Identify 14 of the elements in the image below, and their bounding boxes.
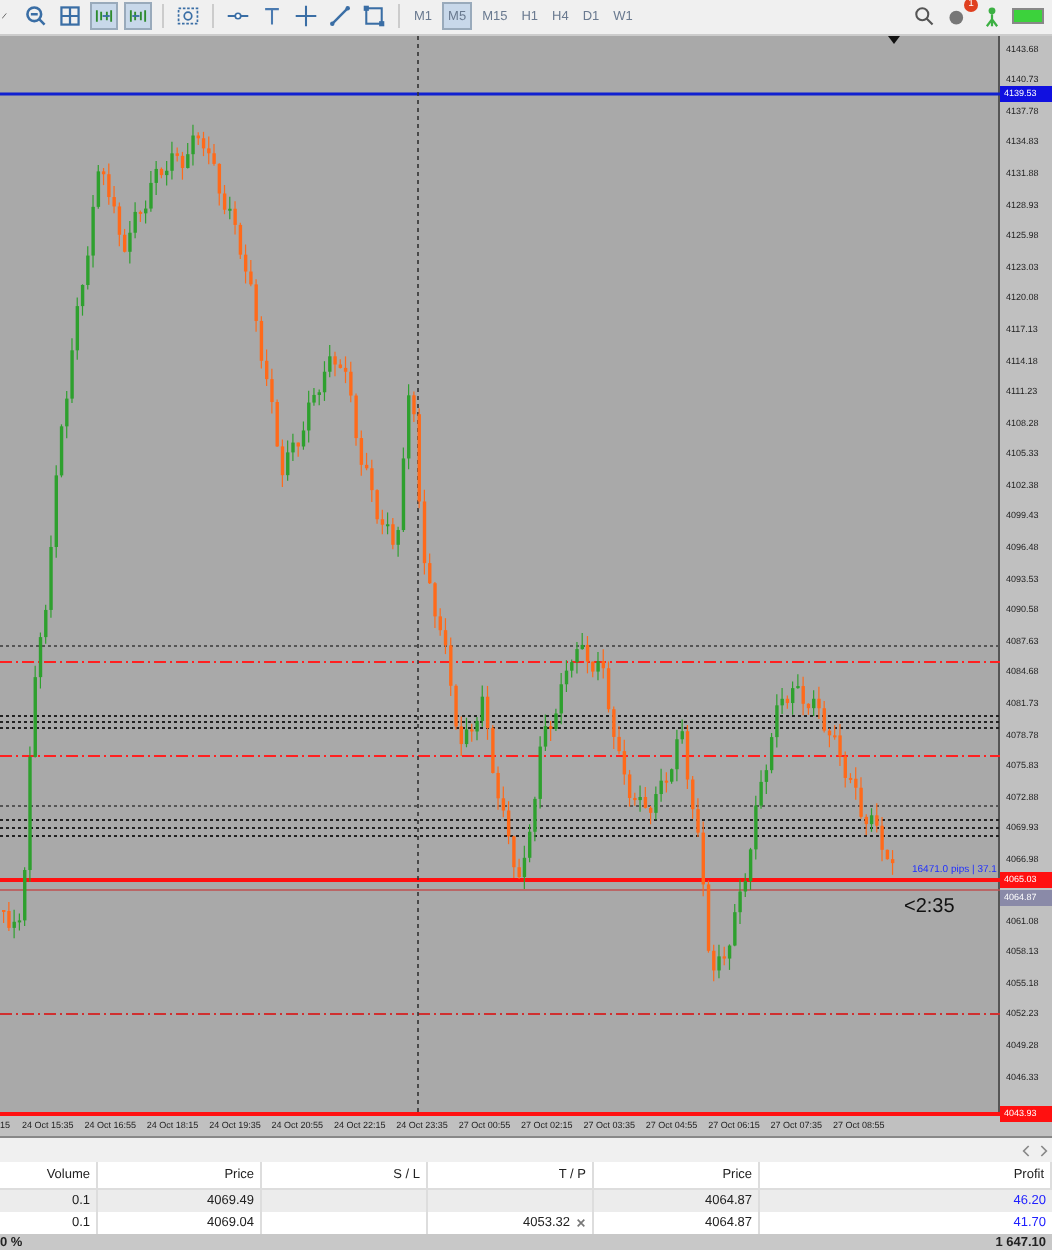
rectangle-icon[interactable] — [360, 2, 388, 31]
trendline-icon[interactable] — [326, 2, 354, 31]
grid-icon[interactable] — [56, 2, 84, 31]
search-icon[interactable] — [910, 2, 938, 31]
chart-shift-icon[interactable] — [90, 2, 118, 31]
zoom-out-icon[interactable] — [22, 2, 50, 31]
crosshair-icon[interactable] — [292, 2, 320, 31]
auto-scroll-icon[interactable] — [124, 2, 152, 31]
screenshot-icon[interactable] — [174, 2, 202, 31]
scroll-right-icon[interactable] — [1038, 1143, 1048, 1158]
countdown-timer: <2:35 — [904, 895, 955, 918]
scroll-left-icon[interactable] — [1022, 1143, 1032, 1158]
close-icon[interactable] — [576, 1218, 586, 1228]
connection-indicator — [1012, 8, 1044, 25]
